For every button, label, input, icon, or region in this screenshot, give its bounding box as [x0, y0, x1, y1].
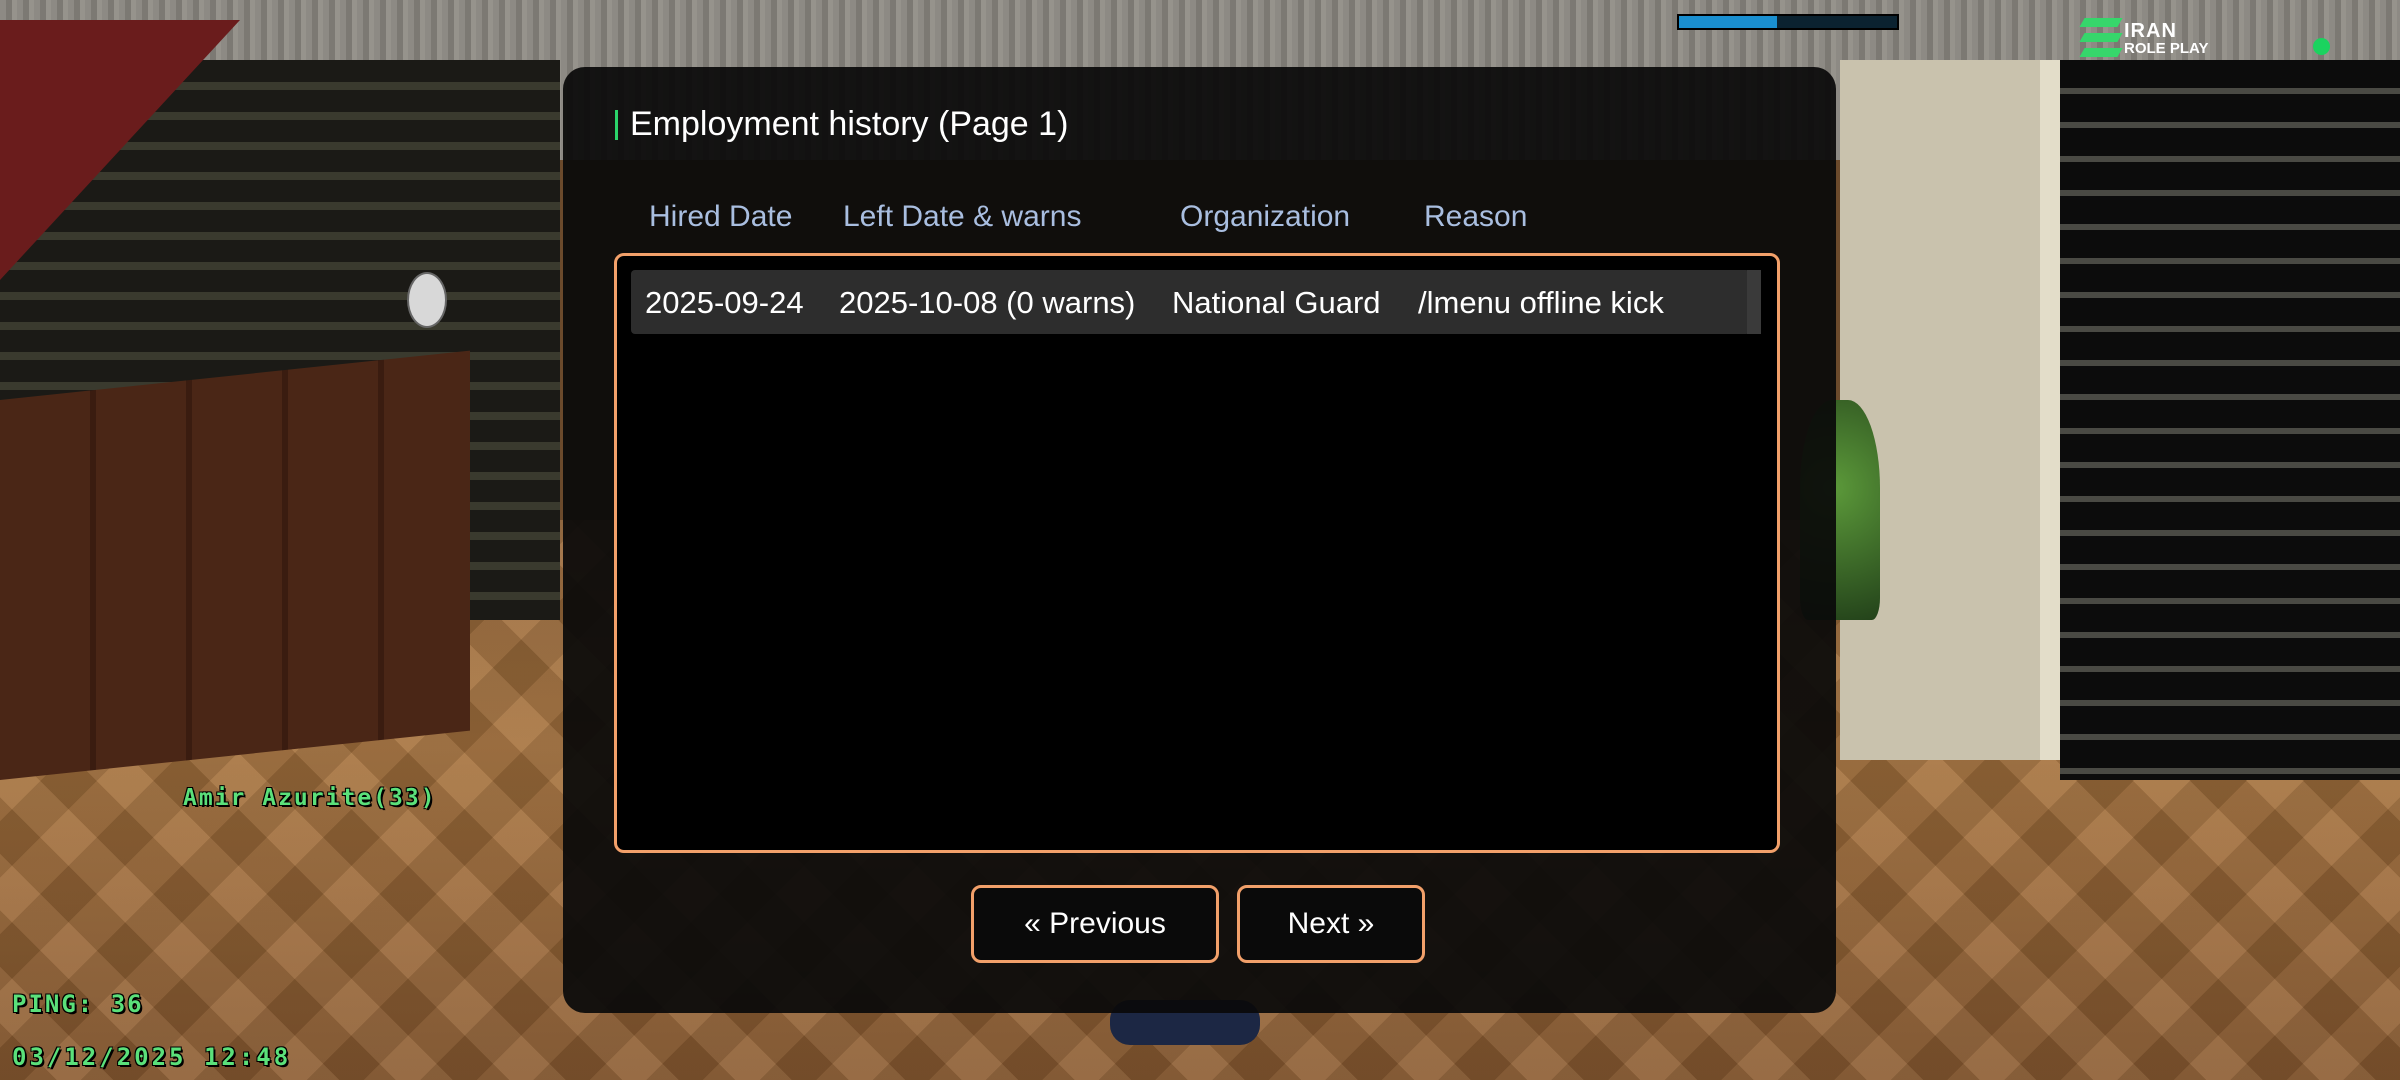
header-organization: Organization — [1180, 200, 1351, 233]
staircase — [2060, 60, 2400, 780]
history-list[interactable]: 2025-09-24 2025-10-08 (0 warns) National… — [614, 253, 1780, 853]
wall-clock — [407, 272, 447, 328]
list-scrollbar[interactable] — [1747, 270, 1761, 334]
server-logo: IRAN ROLE PLAY — [2079, 16, 2222, 60]
header-reason: Reason — [1424, 200, 1528, 233]
ping-readout: PING: 36 — [12, 990, 144, 1018]
next-page-button[interactable]: Next » — [1237, 885, 1425, 963]
logo-subtitle: ROLE PLAY — [2124, 40, 2209, 57]
cell-reason: /lmenu offline kick — [1418, 285, 1664, 320]
connection-status-dot — [2313, 38, 2330, 55]
hud-progress-fill — [1679, 16, 1778, 28]
logo-stripes-icon — [2079, 16, 2123, 60]
hud-progress-bar — [1677, 14, 1899, 30]
wooden-cabinet — [0, 350, 470, 780]
title-accent-bar — [615, 109, 618, 140]
previous-page-button[interactable]: « Previous — [971, 885, 1219, 963]
header-hired-date: Hired Date — [649, 200, 793, 233]
dialog-title: Employment history (Page 1) — [630, 105, 1069, 143]
column-headers: Hired Date Left Date & warns Organizatio… — [563, 200, 1836, 240]
date-time-readout: 03/12/2025 12:48 — [12, 1043, 292, 1071]
header-left-date: Left Date & warns — [843, 200, 1082, 233]
cell-hired-date: 2025-09-24 — [645, 285, 804, 320]
employment-history-dialog: Employment history (Page 1) Hired Date L… — [563, 67, 1836, 1013]
cell-organization: National Guard — [1172, 285, 1381, 320]
cell-left-date: 2025-10-08 (0 warns) — [839, 285, 1136, 320]
history-row[interactable]: 2025-09-24 2025-10-08 (0 warns) National… — [631, 270, 1750, 334]
dialog-title-bar: Employment history (Page 1) — [615, 105, 1068, 144]
player-name-tag: Amir Azurite(33) — [183, 785, 437, 811]
